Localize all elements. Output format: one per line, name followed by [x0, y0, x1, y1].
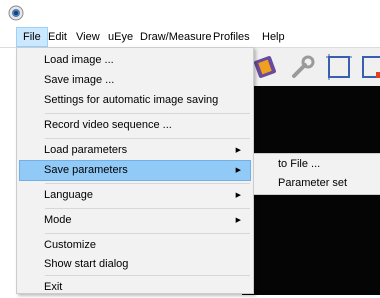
menu-edit[interactable]: Edit: [42, 27, 73, 47]
menu-item-customize[interactable]: Customize: [19, 235, 251, 256]
menu-draw-measure[interactable]: Draw/Measure: [134, 27, 218, 47]
menu-separator: [45, 183, 250, 184]
menu-separator: [45, 208, 250, 209]
toolbar: [242, 48, 380, 86]
film-icon[interactable]: [252, 52, 282, 82]
menu-item-record-video[interactable]: Record video sequence ...: [19, 115, 251, 136]
left-pane: [0, 48, 16, 295]
menu-item-auto-save-settings[interactable]: Settings for automatic image saving: [19, 90, 251, 111]
menu-item-language[interactable]: Language ▶: [19, 185, 251, 206]
menu-help[interactable]: Help: [256, 27, 291, 47]
save-parameters-submenu: to File ... Parameter set: [253, 153, 380, 195]
menu-view[interactable]: View: [70, 27, 106, 47]
menu-item-save-parameters[interactable]: Save parameters ▶: [19, 160, 251, 181]
submenu-arrow-icon: ▶: [235, 167, 241, 174]
menu-item-load-parameters[interactable]: Load parameters ▶: [19, 140, 251, 161]
menu-item-load-image[interactable]: Load image ...: [19, 50, 251, 71]
submenu-arrow-icon: ▶: [235, 217, 241, 224]
menu-separator: [45, 138, 250, 139]
title-bar: [0, 0, 380, 27]
submenu-arrow-icon: ▶: [235, 192, 241, 199]
file-menu-dropdown: Load image ... Save image ... Settings f…: [16, 47, 254, 294]
crop-frame-icon[interactable]: [324, 52, 354, 82]
wrench-icon[interactable]: [288, 52, 318, 82]
menu-separator: [45, 113, 250, 114]
submenu-item-to-file[interactable]: to File ...: [256, 155, 380, 174]
menu-separator: [45, 275, 250, 276]
menu-profiles[interactable]: Profiles: [207, 27, 256, 47]
menu-item-mode[interactable]: Mode ▶: [19, 210, 251, 231]
app-camera-icon[interactable]: [8, 5, 24, 21]
crop-frame-icon[interactable]: [358, 52, 380, 82]
menu-bar: File Edit View uEye Draw/Measure Profile…: [0, 27, 380, 48]
menu-item-show-start-dialog[interactable]: Show start dialog: [19, 254, 251, 275]
menu-separator: [45, 233, 250, 234]
menu-item-save-image[interactable]: Save image ...: [19, 70, 251, 91]
submenu-item-parameter-set[interactable]: Parameter set: [256, 174, 380, 193]
submenu-arrow-icon: ▶: [235, 147, 241, 154]
